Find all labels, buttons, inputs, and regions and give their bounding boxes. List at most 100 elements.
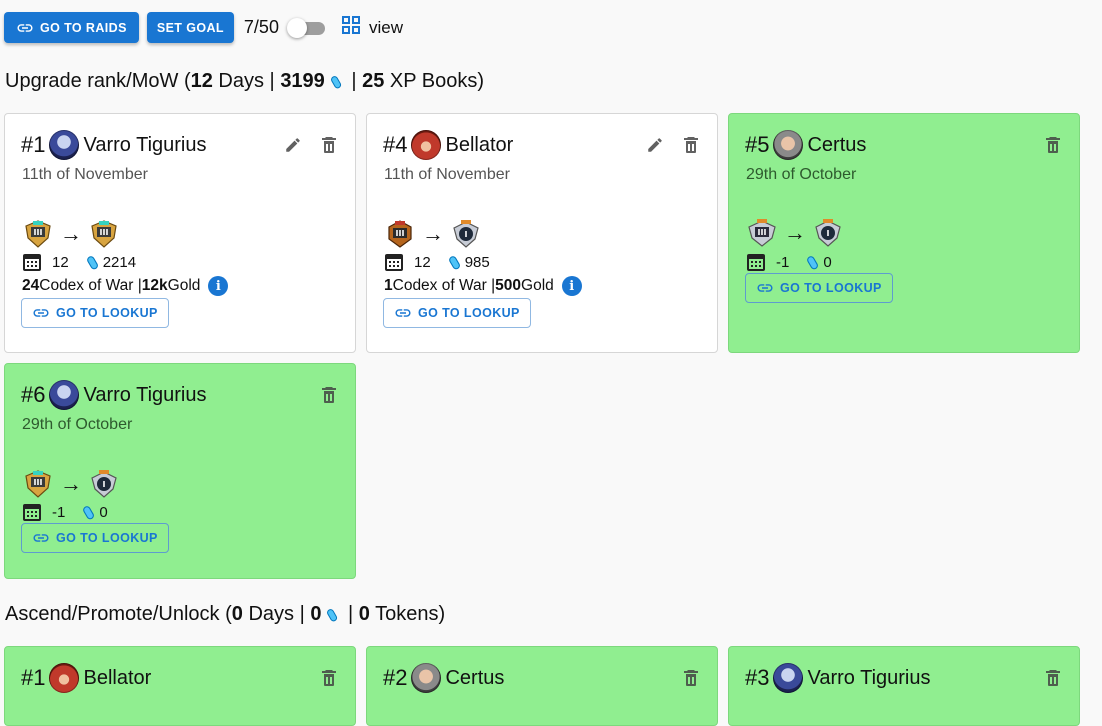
card-header: #1 Varro Tigurius (21, 130, 207, 160)
upgrade-section-title: Upgrade rank/MoW (12 Days | 3199 | 25 XP… (5, 70, 484, 93)
ascend-section-title: Ascend/Promote/Unlock (0 Days | 0 | 0 To… (5, 603, 445, 626)
go-to-raids-button[interactable]: GO TO RAIDS (4, 12, 139, 43)
svg-text:III: III (100, 228, 109, 237)
trash-icon[interactable] (1045, 669, 1061, 687)
link-icon (395, 309, 411, 317)
ascend-days-label: Days | (242, 603, 311, 625)
trash-icon[interactable] (321, 386, 337, 404)
goal-cost: 1 Codex of War | 500 Gold i (384, 276, 582, 296)
trash-icon[interactable] (321, 136, 337, 154)
ascend-days: 0 (231, 603, 243, 625)
rank-badge-icon: I (815, 219, 841, 247)
card-number: #4 (383, 132, 408, 157)
arrow-right-icon: → (60, 221, 82, 246)
character-avatar (49, 130, 80, 160)
rank-progression: III → III (22, 218, 120, 250)
pencil-icon[interactable] (646, 136, 664, 154)
calendar-icon (23, 254, 41, 271)
character-avatar (411, 663, 442, 693)
goal-count: 7/50 (243, 17, 279, 37)
card-number: #2 (383, 665, 408, 690)
toggle-switch[interactable] (286, 17, 327, 38)
set-goal-button[interactable]: SET GOAL (146, 12, 234, 43)
ascend-tokens: 0 (358, 603, 370, 625)
gold-count: 12k (141, 277, 168, 294)
trash-icon[interactable] (683, 136, 699, 154)
rank-badge-icon: I (453, 220, 479, 248)
codex-count: 24 (22, 277, 40, 294)
character-avatar (773, 663, 804, 693)
go-to-lookup-button[interactable]: GO TO LOOKUP (745, 273, 893, 303)
ascend-sep: | (342, 603, 359, 625)
card-header: #5 Certus (745, 130, 866, 160)
card-number: #1 (21, 132, 46, 157)
upgrade-days-label: Days | (212, 70, 281, 92)
svg-text:I: I (827, 229, 830, 238)
upgrade-shards: 3199 (280, 70, 325, 92)
card-header: #2 Certus (383, 663, 504, 693)
go-to-lookup-label: GO TO LOOKUP (780, 281, 882, 295)
trash-icon[interactable] (683, 669, 699, 687)
rank-badge-icon: III (748, 219, 776, 247)
link-icon (757, 284, 773, 292)
set-goal-label: SET GOAL (156, 20, 224, 35)
character-name: Certus (445, 666, 505, 689)
blue-shard-icon (83, 505, 95, 519)
blue-shard-icon (86, 255, 98, 269)
go-to-lookup-button[interactable]: GO TO LOOKUP (21, 298, 169, 328)
go-to-raids-label: GO TO RAIDS (40, 20, 127, 35)
link-icon (33, 309, 49, 317)
view-label: view (368, 17, 403, 37)
ascend-title-prefix: Ascend/Promote/Unlock ( (5, 603, 232, 625)
character-avatar (49, 380, 80, 410)
ascend-card-2: #2 Certus (366, 646, 718, 726)
arrow-right-icon: → (60, 471, 82, 496)
goal-date: 11th of November (22, 166, 148, 183)
character-name: Certus (807, 133, 867, 156)
rank-badge-icon: III (25, 220, 51, 248)
info-icon[interactable]: i (561, 276, 582, 296)
character-avatar (773, 130, 804, 160)
calendar-icon (23, 504, 41, 521)
upgrade-card-4: #4 Bellator 11th of November III → I 12 … (366, 113, 718, 353)
link-icon (16, 19, 34, 37)
card-number: #3 (745, 665, 770, 690)
svg-text:I: I (103, 480, 106, 489)
goal-date: 29th of October (22, 416, 133, 433)
upgrade-sep: | (345, 70, 363, 92)
rank-badge-icon: I (91, 470, 117, 498)
goal-stats: -1 0 (22, 502, 108, 522)
upgrade-days: 12 (190, 70, 213, 92)
info-icon[interactable]: i (208, 276, 229, 296)
card-number: #1 (21, 665, 46, 690)
goal-energy: 2214 (102, 253, 137, 271)
goal-date: 29th of October (746, 166, 857, 183)
rank-progression: III → I (384, 218, 482, 250)
go-to-lookup-button[interactable]: GO TO LOOKUP (383, 298, 531, 328)
trash-icon[interactable] (321, 669, 337, 687)
calendar-icon (385, 254, 403, 271)
goal-energy: 0 (99, 503, 108, 521)
upgrade-books-label: XP Books) (384, 70, 485, 92)
go-to-lookup-button[interactable]: GO TO LOOKUP (21, 523, 169, 553)
card-header: #6 Varro Tigurius (21, 380, 207, 410)
svg-text:III: III (34, 478, 43, 487)
gold-label: Gold (167, 277, 201, 294)
upgrade-card-6: #6 Varro Tigurius 29th of October III → … (4, 363, 356, 579)
goal-stats: 12 2214 (22, 252, 136, 272)
pencil-icon[interactable] (284, 136, 302, 154)
character-name: Varro Tigurius (807, 666, 931, 689)
character-name: Bellator (445, 133, 514, 156)
goal-energy: 985 (464, 253, 490, 271)
goal-cost: 24 Codex of War | 12k Gold i (22, 276, 229, 296)
card-header: #1 Bellator (21, 663, 151, 693)
trash-icon[interactable] (1045, 136, 1061, 154)
gold-count: 500 (495, 277, 522, 294)
codex-count: 1 (384, 277, 393, 294)
blue-shard-icon (448, 255, 460, 269)
go-to-lookup-label: GO TO LOOKUP (56, 531, 158, 545)
grid-view-icon (341, 15, 361, 40)
upgrade-books: 25 (362, 70, 385, 92)
rank-badge-icon: III (25, 470, 51, 498)
view-toggle[interactable]: view (341, 15, 403, 40)
